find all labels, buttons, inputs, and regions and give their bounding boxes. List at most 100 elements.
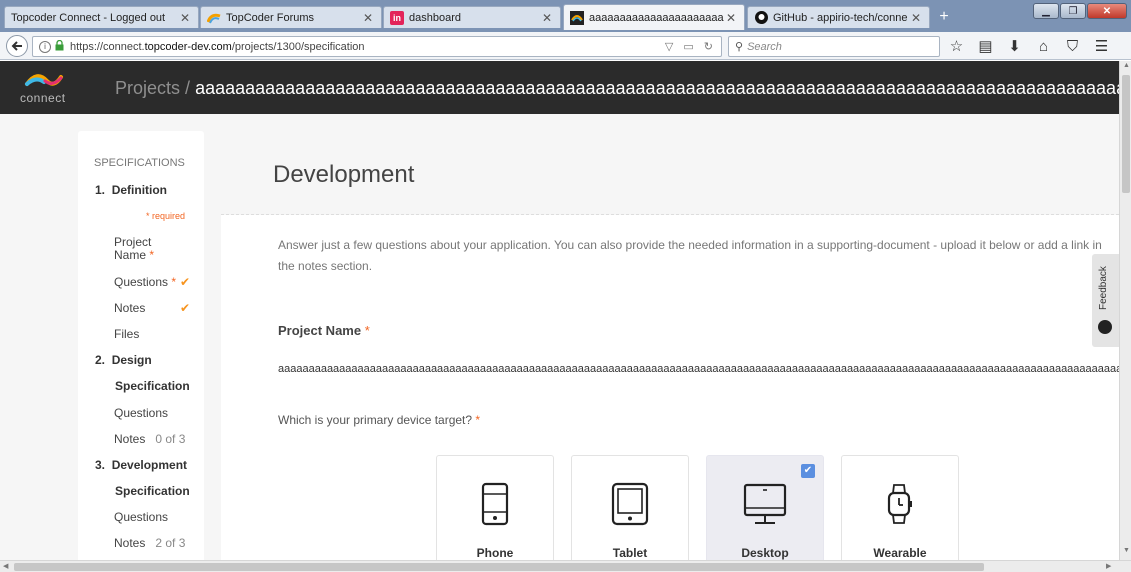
window-controls: ▁ ❐ ✕ bbox=[1033, 3, 1127, 19]
vertical-scroll-thumb[interactable] bbox=[1122, 75, 1130, 193]
tab-label: GitHub - appirio-tech/conne bbox=[773, 11, 908, 24]
breadcrumb-projects-link[interactable]: Projects bbox=[115, 78, 180, 98]
device-question: Which is your primary device target? * bbox=[278, 413, 480, 427]
sidebar-item-files[interactable]: Files bbox=[114, 327, 139, 341]
section-title: Definition bbox=[111, 183, 168, 197]
search-input[interactable]: ⚲ Search bbox=[728, 36, 940, 57]
item-label: Notes bbox=[114, 432, 146, 446]
browser-tab-active-project[interactable]: aaaaaaaaaaaaaaaaaaaaaaaaaaa ✕ bbox=[563, 4, 745, 30]
reload-icon[interactable]: ↻ bbox=[704, 40, 713, 53]
info-icon[interactable]: i bbox=[39, 40, 51, 53]
horizontal-scroll-thumb[interactable] bbox=[14, 563, 984, 571]
search-placeholder: Search bbox=[747, 40, 782, 53]
phone-icon bbox=[437, 482, 553, 526]
lock-icon bbox=[55, 39, 64, 54]
pocket-icon[interactable]: ⛉ bbox=[1064, 36, 1081, 56]
scroll-up-icon[interactable]: ▲ bbox=[1123, 62, 1130, 69]
url-prefix: https://connect. bbox=[70, 40, 145, 53]
window-close-button[interactable]: ✕ bbox=[1087, 3, 1127, 19]
sidebar-section-development-line2[interactable]: Specification bbox=[115, 484, 190, 498]
connect-logo-icon bbox=[25, 74, 63, 86]
scroll-left-icon[interactable]: ◀ bbox=[3, 562, 8, 570]
device-label: Desktop bbox=[741, 546, 789, 560]
page-title: Development bbox=[273, 161, 415, 188]
url-bar[interactable]: i https://connect.topcoder-dev.com/proje… bbox=[32, 36, 722, 57]
scroll-right-icon[interactable]: ▶ bbox=[1106, 562, 1111, 570]
tablet-icon bbox=[572, 482, 688, 526]
sidebar-item-development-notes[interactable]: Notes 2 of 3 bbox=[114, 536, 185, 550]
section-number: 3. bbox=[95, 458, 106, 472]
main-content: Development Answer just a few questions … bbox=[221, 131, 1119, 560]
section-number: 2. bbox=[95, 353, 106, 367]
intro-text: Answer just a few questions about your a… bbox=[278, 238, 1102, 273]
minimize-button[interactable]: ▁ bbox=[1033, 3, 1059, 19]
sidebar-item-project-name[interactable]: Project Name * bbox=[114, 236, 164, 262]
back-button[interactable] bbox=[6, 35, 28, 57]
feedback-tab[interactable]: Feedback bbox=[1092, 254, 1119, 347]
close-icon[interactable]: ✕ bbox=[540, 11, 554, 25]
section-header: Development bbox=[221, 131, 1119, 215]
device-label: Tablet bbox=[612, 546, 648, 560]
notes-count: 2 of 3 bbox=[155, 536, 186, 550]
bookmark-star-icon[interactable]: ☆ bbox=[948, 36, 965, 56]
scroll-down-icon[interactable]: ▼ bbox=[1123, 547, 1130, 554]
close-icon[interactable]: ✕ bbox=[909, 11, 923, 25]
checkmark-icon: ✔ bbox=[180, 301, 191, 315]
close-icon[interactable]: ✕ bbox=[724, 11, 738, 25]
sidebar-item-design-questions[interactable]: Questions bbox=[114, 406, 168, 420]
url-text: https://connect.topcoder-dev.com/project… bbox=[70, 41, 365, 53]
device-option-phone[interactable]: Phone bbox=[436, 455, 554, 560]
sidebar-item-questions[interactable]: Questions * ✔ bbox=[114, 275, 194, 289]
connect-logo[interactable]: connect bbox=[18, 71, 74, 111]
specification-sidebar: SPECIFICATIONS 1. Definition * required … bbox=[78, 131, 204, 560]
sidebar-item-notes[interactable]: Notes ✔ bbox=[114, 301, 194, 315]
browser-tab-github[interactable]: GitHub - appirio-tech/conne ✕ bbox=[747, 6, 930, 28]
bookmarks-menu-icon[interactable]: ▤ bbox=[977, 36, 994, 56]
device-option-wearable[interactable]: Wearable bbox=[841, 455, 959, 560]
url-domain: topcoder-dev.com bbox=[144, 40, 232, 53]
home-icon[interactable]: ⌂ bbox=[1035, 36, 1052, 56]
menu-icon[interactable]: ☰ bbox=[1093, 36, 1110, 56]
browser-tab-dashboard[interactable]: in dashboard ✕ bbox=[383, 6, 561, 28]
connect-icon bbox=[570, 10, 584, 25]
tab-label: aaaaaaaaaaaaaaaaaaaaaaaaaaa bbox=[589, 11, 724, 24]
required-star: * bbox=[364, 323, 370, 338]
sidebar-section-design-line2[interactable]: Specification bbox=[115, 379, 190, 393]
browser-navigation-bar: i https://connect.topcoder-dev.com/proje… bbox=[0, 32, 1131, 60]
close-icon[interactable]: ✕ bbox=[361, 11, 375, 25]
device-option-tablet[interactable]: Tablet bbox=[571, 455, 689, 560]
reader-view-icon[interactable]: ▭ bbox=[683, 40, 693, 53]
browser-tab-topcoder-connect[interactable]: Topcoder Connect - Logged out ✕ bbox=[4, 6, 199, 28]
sidebar-heading: SPECIFICATIONS bbox=[94, 157, 185, 169]
sidebar-section-design[interactable]: 2. Design bbox=[95, 353, 152, 367]
browser-toolbar-icons: ☆ ▤ ⬇ ⌂ ⛉ ☰ bbox=[948, 36, 1110, 56]
maximize-button[interactable]: ❐ bbox=[1060, 3, 1086, 19]
project-name-label: Project Name * bbox=[278, 323, 370, 338]
sidebar-section-development[interactable]: 3. Development bbox=[95, 458, 187, 472]
app-top-nav: connect Projects / aaaaaaaaaaaaaaaaaaaaa… bbox=[0, 61, 1119, 114]
sidebar-item-development-questions[interactable]: Questions bbox=[114, 510, 168, 524]
breadcrumb-separator: / bbox=[185, 78, 191, 98]
item-label: Notes bbox=[114, 536, 146, 550]
new-tab-button[interactable]: + bbox=[934, 8, 954, 26]
close-icon[interactable]: ✕ bbox=[178, 11, 192, 25]
item-label: Project Name bbox=[114, 235, 152, 262]
download-icon[interactable]: ⬇ bbox=[1006, 36, 1023, 56]
section-title: Design bbox=[111, 353, 152, 367]
vertical-scrollbar[interactable]: ▲ ▼ bbox=[1119, 61, 1131, 560]
github-icon bbox=[754, 11, 768, 25]
item-label: Notes bbox=[114, 301, 146, 315]
sidebar-item-design-notes[interactable]: Notes 0 of 3 bbox=[114, 432, 185, 446]
project-name-field[interactable]: aaaaaaaaaaaaaaaaaaaaaaaaaaaaaaaaaaaaaaaa… bbox=[278, 363, 1119, 375]
required-star: * bbox=[475, 413, 481, 427]
section-title: Development bbox=[111, 458, 188, 472]
device-option-desktop[interactable]: ✔ Desktop bbox=[706, 455, 824, 560]
browser-tab-topcoder-forums[interactable]: TopCoder Forums ✕ bbox=[200, 6, 382, 28]
sidebar-section-definition[interactable]: 1. Definition bbox=[95, 183, 167, 197]
web-page: connect Projects / aaaaaaaaaaaaaaaaaaaaa… bbox=[0, 61, 1119, 560]
horizontal-scrollbar[interactable]: ◀ ▶ bbox=[0, 560, 1131, 572]
device-label: Phone bbox=[476, 546, 514, 560]
dropdown-icon[interactable]: ▽ bbox=[665, 40, 673, 53]
tab-label: Topcoder Connect - Logged out bbox=[11, 11, 166, 24]
checkbox-checked-icon[interactable]: ✔ bbox=[801, 464, 815, 478]
